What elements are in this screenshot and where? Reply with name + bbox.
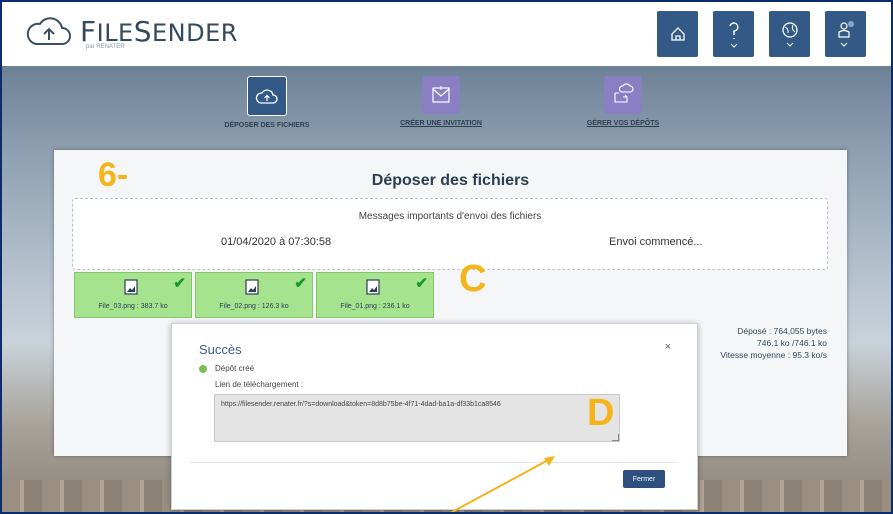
app-frame: FILESENDER par RENATER Déposer des fichi…	[0, 0, 893, 514]
annotation-arrow	[451, 456, 555, 512]
